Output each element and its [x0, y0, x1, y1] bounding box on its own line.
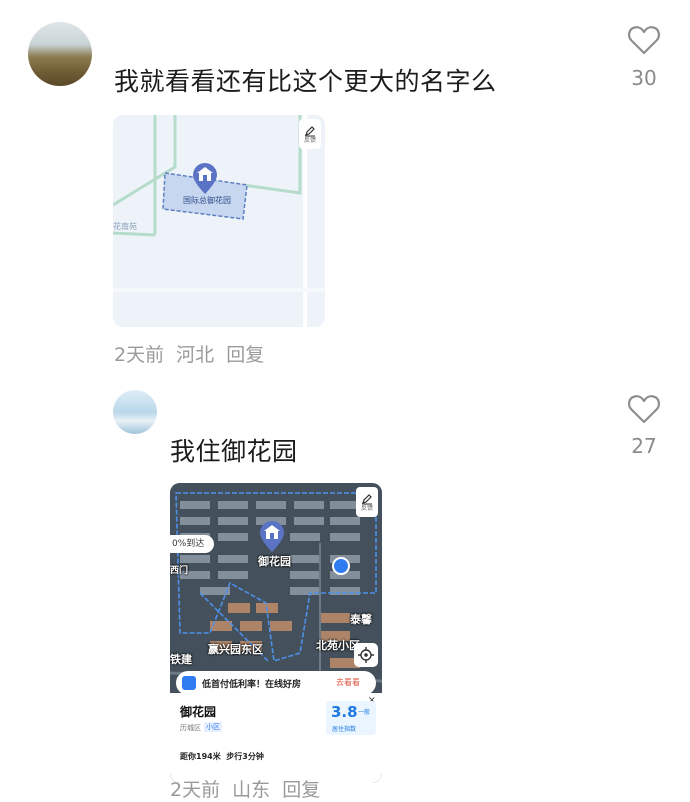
- poi-name-label: 国际总御花园: [183, 196, 231, 205]
- poi-name-label: 御花园: [258, 555, 291, 568]
- like-heart-icon[interactable]: [627, 24, 661, 56]
- locate-icon: [358, 647, 374, 663]
- map-area-label: 嬴兴园东区: [208, 643, 263, 656]
- map-roads: [113, 115, 325, 327]
- poi-info-card[interactable]: × 御花园 历城区 小区 3.8 一般 居住指数 距你194米 步行3分钟: [170, 693, 382, 783]
- rating-label: 居住指数: [332, 726, 357, 733]
- map-image[interactable]: 0%到达 御花园 西门 嬴兴园东区 北苑小区 泰馨 铁建 反馈 低首付低利率！在…: [170, 483, 382, 783]
- arrival-badge: 0%到达: [170, 535, 214, 553]
- comment-time: 2天前: [114, 344, 165, 366]
- side-map-label: 花南苑: [113, 222, 137, 231]
- card-district: 历城区: [180, 724, 201, 732]
- comment-location: 山东: [232, 779, 271, 801]
- promo-button[interactable]: 去看看: [336, 677, 360, 688]
- reply-button[interactable]: 回复: [226, 344, 264, 366]
- promo-icon: [182, 676, 196, 690]
- rating-box: 3.8 一般 居住指数: [326, 701, 376, 735]
- distance-text: 距你194米 步行3分钟: [180, 752, 264, 761]
- collapse-icon: [307, 321, 317, 327]
- edit-icon: [362, 493, 372, 504]
- avatar[interactable]: [113, 390, 157, 434]
- avatar[interactable]: [28, 22, 92, 86]
- like-count: 27: [631, 434, 657, 458]
- feedback-label: 反馈: [303, 136, 316, 144]
- edit-icon: [305, 125, 315, 136]
- map-feedback-button[interactable]: 反馈: [299, 119, 321, 149]
- comment-text: 我住御花园: [170, 437, 298, 466]
- reply-button[interactable]: 回复: [282, 779, 320, 801]
- locate-button[interactable]: [354, 643, 378, 667]
- comment-meta: 2天前 山东 回复: [170, 775, 320, 802]
- comment-location: 河北: [176, 344, 215, 366]
- map-area-label: 西门: [170, 566, 189, 576]
- promo-banner[interactable]: 低首付低利率！在线好房 去看看: [176, 671, 376, 695]
- map-area-label: 铁建: [170, 653, 192, 666]
- comment-time: 2天前: [170, 779, 221, 801]
- comment-meta: 2天前 河北 回复: [114, 340, 264, 367]
- map-image[interactable]: 国际总御花园 花南苑 反馈: [113, 115, 325, 327]
- card-tag: 小区: [204, 722, 222, 732]
- promo-text: 低首付低利率！在线好房: [202, 680, 302, 690]
- comment-text: 我就看看还有比这个更大的名字么: [114, 67, 497, 96]
- map-area-label: 泰馨: [350, 613, 372, 626]
- feedback-label: 反馈: [360, 504, 373, 512]
- current-location-dot: [332, 557, 350, 575]
- like-heart-icon[interactable]: [627, 393, 661, 425]
- card-title: 御花园: [180, 705, 217, 719]
- poi-marker-icon[interactable]: [258, 521, 286, 557]
- map-feedback-button[interactable]: 反馈: [356, 487, 378, 517]
- poi-marker-icon[interactable]: [191, 163, 219, 199]
- like-count: 30: [631, 66, 657, 90]
- rating-level: 一般: [358, 709, 371, 716]
- rating-value: 3.8: [331, 703, 358, 721]
